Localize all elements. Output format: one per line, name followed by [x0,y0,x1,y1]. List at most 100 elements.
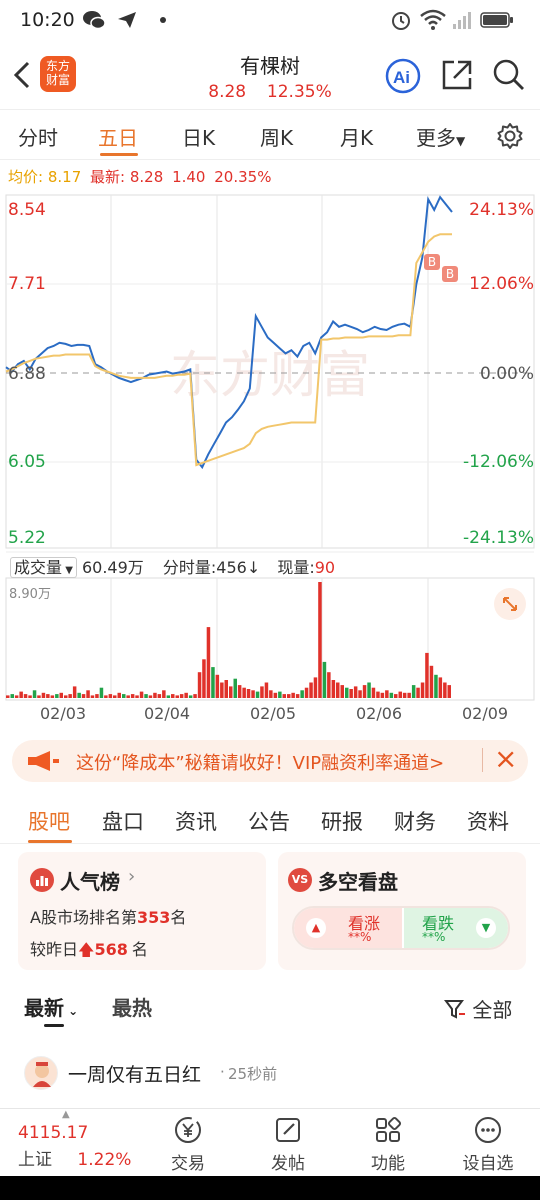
volume-bar [14,695,19,698]
trade-button[interactable]: 交易 [148,1115,228,1174]
up-arrow-icon: 🡅 [78,940,95,959]
post-button[interactable]: 发帖 [248,1115,328,1174]
index-value: 4115.17 [18,1123,89,1143]
bear-pct: **% [422,930,446,944]
volume-bar [304,687,309,698]
volume-bar [126,695,130,698]
post-item[interactable]: 一周仅有五日红 · 25秒前 [24,1056,514,1092]
share-icon[interactable] [440,58,474,96]
expand-icon[interactable] [494,588,526,620]
popularity-change: 较昨日🡅568 名 [30,936,148,966]
volume-bar [144,694,148,698]
rank-prefix: A股市场排名第 [30,908,137,927]
down-arrow-icon: ↓ [246,558,261,577]
megaphone-icon [26,750,60,776]
volume-bar [162,690,166,698]
volume-bar [130,694,135,698]
tab-profile[interactable]: 资料 [467,806,509,836]
vote-bar: ▲ 看涨 **% 看跌 **% ▼ [292,906,510,950]
tab-guba[interactable]: 股吧 [28,806,70,836]
volume-bar [81,694,86,698]
volume-bar [322,661,327,698]
filter-button[interactable]: 全部 [444,994,512,1025]
y-tick-left-2: 6.88 [8,364,46,384]
stock-header: 东方财富 有棵树 8.28 12.35% Ai [0,42,540,110]
volume-bar [394,694,398,698]
triangle-up-icon: ▲ [306,918,326,938]
tab-announcements[interactable]: 公告 [248,806,290,836]
feed-tab-hot[interactable]: 最热 [112,992,152,1021]
volume-selector[interactable]: 成交量 ▼ [10,557,77,578]
rank-suffix: 名 [170,908,187,927]
volume-bar [233,678,237,698]
tab-fenshi[interactable]: 分时 [18,122,58,151]
tab-news[interactable]: 资讯 [175,806,217,836]
caret-up-icon: ▲ [62,1109,70,1120]
vs-prefix: 较昨日 [30,940,79,959]
five-day-chart[interactable]: 东方财富 8.54 7.71 6.88 6.05 5.22 24.13% 12.… [0,192,540,732]
y-tick-right-0: 24.13% [469,200,534,220]
tab-finance[interactable]: 财务 [394,806,436,836]
status-bar: 10:20 [0,0,540,42]
tab-research[interactable]: 研报 [321,806,363,836]
trade-label: 交易 [171,1154,205,1174]
post-time: 25秒前 [228,1065,278,1083]
bear-button[interactable]: 看跌 **% ▼ [404,908,508,948]
volume-bar [108,694,113,698]
add-watchlist-label: 设自选 [462,1154,514,1174]
tab-more-label: 更多 [416,126,456,150]
period-tabs: 分时 五日 日K 周K 月K 更多▼ [0,112,540,160]
price-series-line [5,195,453,470]
edit-icon [273,1118,303,1149]
volume-bar [260,686,264,698]
volume-selector-label: 成交量 [14,558,63,577]
volume-bar [264,682,269,698]
volume-bar [166,695,171,698]
avg-label: 均价: [8,168,44,186]
buy-marker-0[interactable]: B [424,254,440,270]
tab-pankou[interactable]: 盘口 [102,806,144,836]
add-watchlist-button[interactable]: 设自选 [448,1115,528,1174]
stock-change-pct: 12.35% [266,82,332,102]
volume-bar [291,692,295,698]
avatar [24,1056,58,1090]
x-label-0: 02/03 [40,704,87,723]
volume-bar [55,694,59,698]
volume-bar [416,687,420,698]
y-tick-right-3: -12.06% [463,452,534,472]
index-widget[interactable]: 4115.17 上证 1.22% [18,1123,131,1170]
long-short-card: VS 多空看盘 ▲ 看涨 **% 看跌 **% ▼ [278,852,526,970]
volume-bar [429,665,434,698]
search-icon[interactable] [492,58,526,96]
post-title: 一周仅有五日红 [68,1064,202,1086]
volume-bar [148,695,153,698]
bull-button[interactable]: ▲ 看涨 **% [294,908,402,948]
volume-bar [197,672,202,698]
close-icon[interactable]: × [494,742,517,775]
volume-bar [211,667,215,698]
tab-five-day[interactable]: 五日 [98,122,138,151]
vs-suffix: 名 [131,940,148,959]
volume-bar [353,686,358,698]
volume-bar [28,695,32,698]
tab-week-k[interactable]: 周K [260,122,293,151]
volume-bar [246,689,251,698]
tab-more[interactable]: 更多▼ [416,122,465,151]
popularity-card[interactable]: 人气榜 › A股市场排名第353名 较昨日🡅568 名 [18,852,266,970]
avg-price-row: 均价: 8.17 最新: 8.28 1.40 20.35% [8,166,271,187]
volume-bar [104,695,108,698]
ai-assistant-icon[interactable]: Ai [384,57,422,99]
feed-tab-indicator [44,1024,64,1027]
functions-button[interactable]: 功能 [348,1115,428,1174]
feed-tab-latest[interactable]: 最新 ⌄ [24,992,78,1021]
chart-watermark: 东方财富 [170,346,370,404]
buy-marker-1[interactable]: B [442,266,458,282]
tab-month-k[interactable]: 月K [340,122,373,151]
volume-bar [389,692,394,698]
volume-bar [425,652,429,698]
promo-banner[interactable]: 这份“降成本”秘籍请收好！VIP融资利率通道> × [12,740,528,782]
settings-icon[interactable] [496,122,524,154]
tab-day-k[interactable]: 日K [182,122,215,151]
chevron-right-icon: › [128,866,136,887]
volume-bar [77,692,81,698]
